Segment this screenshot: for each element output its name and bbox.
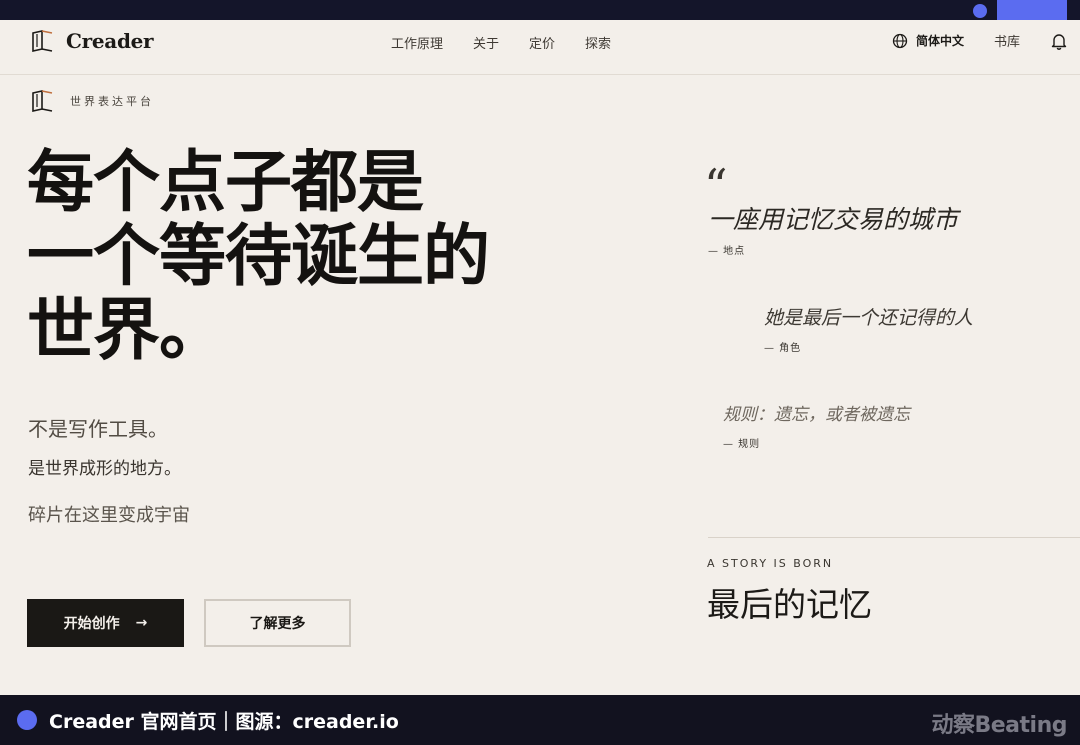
story-title: 最后的记忆	[707, 585, 872, 624]
nav-link-pricing[interactable]: 定价	[529, 33, 555, 52]
book-logo-icon	[30, 88, 56, 114]
book-logo-icon	[30, 28, 56, 54]
start-creating-button[interactable]: 开始创作 →	[27, 599, 184, 647]
indicator-bar	[997, 0, 1067, 20]
sub-brand: 世界表达平台	[30, 88, 154, 114]
hero-line-1: 每个点子都是	[27, 142, 424, 221]
nav-link-explore[interactable]: 探索	[585, 33, 611, 52]
tagline-2: 是世界成形的地方。	[28, 459, 181, 479]
quote-character-attribution: — 角色	[764, 343, 802, 354]
learn-more-label: 了解更多	[249, 616, 306, 632]
taglines: 不是写作工具。 是世界成形的地方。 碎片在这里变成宇宙	[28, 413, 190, 527]
caption-dot-icon	[17, 710, 37, 730]
hero-line-2: 一个等待诞生的	[27, 216, 490, 295]
tagline-1: 不是写作工具。	[28, 417, 168, 441]
quote-place-attribution: — 地点	[708, 246, 746, 257]
quote-rule-attribution: — 规则	[723, 439, 761, 450]
quote-character: 她是最后一个还记得的人	[764, 307, 974, 329]
sub-brand-label: 世界表达平台	[70, 95, 154, 108]
section-divider	[708, 537, 1080, 538]
nav-links: 工作原理 关于 定价 探索	[391, 33, 611, 52]
brand-logo-link[interactable]: Creader	[30, 28, 154, 54]
nav-link-how-it-works[interactable]: 工作原理	[391, 33, 443, 52]
caption-text: Creader 官网首页｜图源：creader.io	[49, 710, 399, 733]
bell-icon[interactable]	[1050, 32, 1068, 50]
image-caption-bar: Creader 官网首页｜图源：creader.io 动察Beating	[0, 695, 1080, 745]
quote-rule: 规则：遗忘，或者被遗忘	[723, 405, 910, 425]
hero-line-3: 世界。	[27, 290, 226, 369]
start-creating-label: 开始创作	[63, 616, 120, 632]
indicator-dot	[973, 4, 987, 18]
tagline-3: 碎片在这里变成宇宙	[28, 505, 190, 526]
nav-link-library[interactable]: 书库	[994, 31, 1020, 50]
nav-right: 简体中文 书库	[892, 31, 1068, 50]
language-switcher[interactable]: 简体中文	[892, 32, 964, 49]
language-label: 简体中文	[915, 34, 964, 48]
top-nav: Creader 工作原理 关于 定价 探索 简体中文 书库	[0, 20, 1080, 75]
arrow-right-icon: →	[135, 615, 148, 631]
watermark-logo: 动察Beating	[931, 713, 1067, 738]
story-kicker: A STORY IS BORN	[707, 557, 834, 570]
quote-place: 一座用记忆交易的城市	[708, 205, 959, 234]
hero-headline: 每个点子都是 一个等待诞生的 世界。	[27, 142, 490, 369]
top-strip	[0, 0, 1080, 20]
learn-more-button[interactable]: 了解更多	[204, 599, 351, 647]
nav-link-about[interactable]: 关于	[473, 33, 499, 52]
globe-icon	[892, 33, 908, 49]
brand-name: Creader	[66, 29, 154, 53]
